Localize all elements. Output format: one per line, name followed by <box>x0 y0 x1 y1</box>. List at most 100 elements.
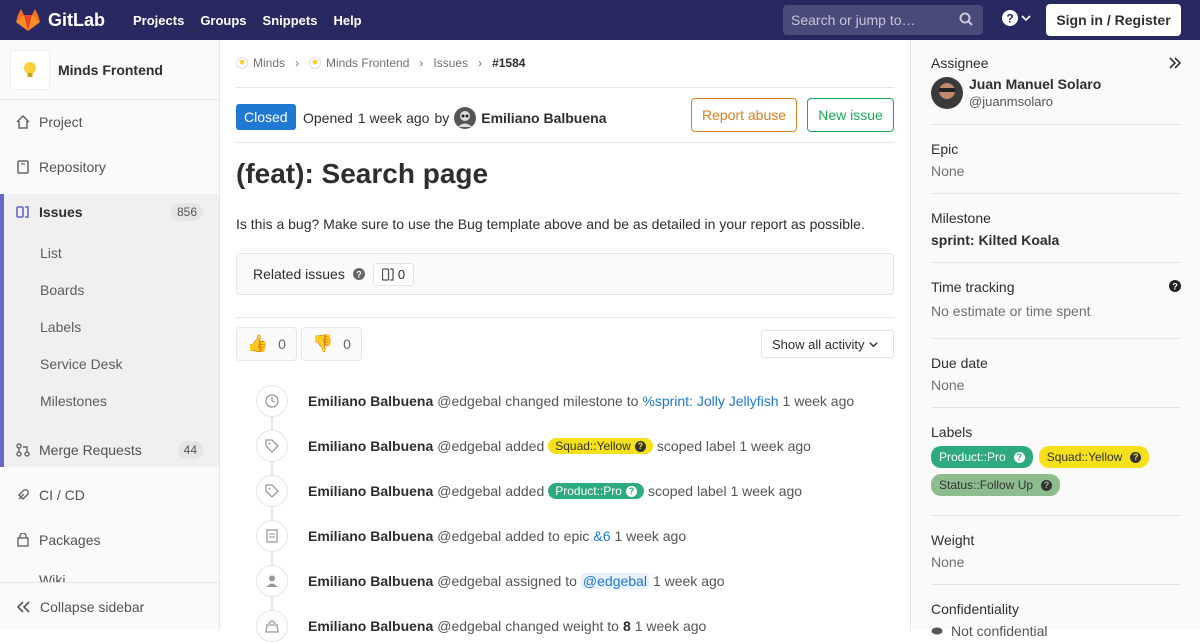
label-status-follow-up[interactable]: Status::Follow Up? <box>931 474 1061 496</box>
opened-label: Opened <box>303 110 353 126</box>
due-date-label: Due date <box>931 355 988 371</box>
question-circle-icon[interactable]: ? <box>352 268 365 280</box>
breadcrumb-project[interactable]: Minds Frontend <box>326 56 409 70</box>
label-squad-yellow[interactable]: Squad::Yellow? <box>1038 446 1150 468</box>
list-item: Emiliano Balbuena @edgebal changed weigh… <box>236 610 894 642</box>
sidebar-sub-milestones[interactable]: Milestones <box>40 393 107 409</box>
confidentiality-block: Confidentiality Not confidential <box>931 601 1181 639</box>
sidebar-item-project[interactable]: Project <box>0 104 219 140</box>
issues-icon <box>381 267 394 281</box>
breadcrumb-minds[interactable]: Minds <box>253 56 285 70</box>
confidentiality-value-row: Not confidential <box>931 623 1181 639</box>
activity-filter-label: Show all activity <box>772 336 865 352</box>
note-author[interactable]: Emiliano Balbuena <box>308 573 433 589</box>
sidebar-item-ci-cd[interactable]: CI / CD <box>0 477 219 513</box>
note-author[interactable]: Emiliano Balbuena <box>308 438 433 454</box>
sidebar-item-wiki[interactable]: Wiki <box>0 566 219 582</box>
by-label: by <box>434 110 450 126</box>
note-handle: @edgebal <box>437 393 502 409</box>
activity-filter-dropdown[interactable]: Show all activity <box>761 330 894 358</box>
thumbs-down-button[interactable]: 👎 0 <box>301 327 362 361</box>
divider <box>236 317 894 318</box>
divider <box>931 407 1181 408</box>
sidebar-item-label: Repository <box>39 159 106 175</box>
svg-text:?: ? <box>356 270 362 280</box>
search-input[interactable]: Search or jump to… <box>783 5 983 35</box>
note-author[interactable]: Emiliano Balbuena <box>308 393 433 409</box>
note-handle: @edgebal <box>437 618 502 634</box>
label-text: Product::Pro <box>555 484 622 498</box>
sidebar-item-merge-requests[interactable]: Merge Requests 44 <box>0 432 219 468</box>
sidebar-sub-list[interactable]: List <box>40 245 62 261</box>
collapse-sidebar-button[interactable]: Collapse sidebar <box>0 582 219 630</box>
assignee-info[interactable]: Juan Manuel Solaro @juanmsolaro <box>931 76 1181 109</box>
issue-sidebar: Assignee Juan Manuel Solaro @juanmsolaro… <box>910 40 1200 639</box>
breadcrumb-issue-id[interactable]: #1584 <box>492 56 525 70</box>
note-author[interactable]: Emiliano Balbuena <box>308 618 433 634</box>
double-chevron-left-icon <box>16 600 30 613</box>
sidebar-item-label: Issues <box>39 204 83 220</box>
related-issues-count[interactable]: 0 <box>372 262 415 286</box>
svg-text:?: ? <box>1172 282 1178 292</box>
user-mention-link[interactable]: @edgebal <box>580 573 649 589</box>
sidebar-sub-boards[interactable]: Boards <box>40 282 84 298</box>
note-author[interactable]: Emiliano Balbuena <box>308 483 433 499</box>
search-placeholder: Search or jump to… <box>791 12 916 28</box>
left-sidebar: Minds Frontend Project Repository Issues… <box>0 40 220 630</box>
label-text: Product::Pro <box>939 450 1006 464</box>
nav-projects[interactable]: Projects <box>125 13 192 28</box>
sidebar-item-issues[interactable]: Issues 856 <box>0 194 219 230</box>
epic-value: None <box>931 163 965 179</box>
sidebar-item-repository[interactable]: Repository <box>0 149 219 185</box>
note-action: changed milestone to <box>505 393 639 409</box>
double-chevron-right-icon[interactable] <box>1169 57 1181 69</box>
label-product-pro[interactable]: Product::Pro? <box>931 446 1033 468</box>
brand-name: GitLab <box>48 9 105 30</box>
sidebar-sub-service-desk[interactable]: Service Desk <box>40 356 122 372</box>
milestone-value[interactable]: sprint: Kilted Koala <box>931 232 1181 248</box>
opened-time: 1 week ago <box>357 110 430 126</box>
note-time: 1 week ago <box>614 528 687 544</box>
question-circle-icon[interactable]: ? <box>1169 280 1181 292</box>
sidebar-item-packages[interactable]: Packages <box>0 522 219 558</box>
milestone-link[interactable]: %sprint: Jolly Jellyfish <box>642 393 778 409</box>
package-icon <box>16 533 30 547</box>
divider <box>236 142 894 143</box>
breadcrumb-issues[interactable]: Issues <box>433 56 468 70</box>
rocket-icon <box>16 488 30 502</box>
report-abuse-button[interactable]: Report abuse <box>691 98 797 132</box>
related-count-value: 0 <box>397 266 406 282</box>
nav-groups[interactable]: Groups <box>192 13 254 28</box>
project-header[interactable]: Minds Frontend <box>0 40 219 100</box>
breadcrumb: Minds › Minds Frontend › Issues › #1584 <box>236 56 525 70</box>
author-name[interactable]: Emiliano Balbuena <box>481 110 606 126</box>
thumbs-up-count: 0 <box>278 336 286 352</box>
issues-icon <box>16 205 30 219</box>
list-item: Emiliano Balbuena @edgebal added to epic… <box>236 520 894 552</box>
label-product-pro[interactable]: Product::Pro? <box>548 483 644 499</box>
sign-in-button[interactable]: Sign in / Register <box>1046 4 1181 36</box>
sidebar-sub-labels[interactable]: Labels <box>40 319 81 335</box>
question-circle-icon: ? <box>1013 451 1025 463</box>
search-icon <box>959 12 973 26</box>
note-time: scoped label 1 week ago <box>647 483 803 499</box>
project-name: Minds Frontend <box>58 61 163 78</box>
gitlab-logo[interactable]: GitLab <box>16 9 105 31</box>
issue-title: (feat): Search page <box>236 158 489 189</box>
label-squad-yellow[interactable]: Squad::Yellow? <box>548 438 653 454</box>
mr-count-badge: 44 <box>177 441 203 459</box>
question-circle-icon: ? <box>1041 479 1053 491</box>
chevron-down-icon <box>1021 15 1031 22</box>
nav-snippets[interactable]: Snippets <box>255 13 326 28</box>
epic-link[interactable]: &6 <box>593 528 610 544</box>
assignee-label: Assignee <box>931 55 989 71</box>
new-issue-button[interactable]: New issue <box>807 98 894 132</box>
nav-help[interactable]: Help <box>325 13 369 28</box>
project-avatar <box>10 49 50 90</box>
note-author[interactable]: Emiliano Balbuena <box>308 528 433 544</box>
avatar[interactable] <box>454 107 477 129</box>
note-action: changed weight to <box>505 618 619 634</box>
thumbs-up-button[interactable]: 👍 0 <box>236 327 297 361</box>
help-dropdown[interactable]: ? <box>1002 10 1031 26</box>
lightbulb-icon <box>24 61 36 77</box>
